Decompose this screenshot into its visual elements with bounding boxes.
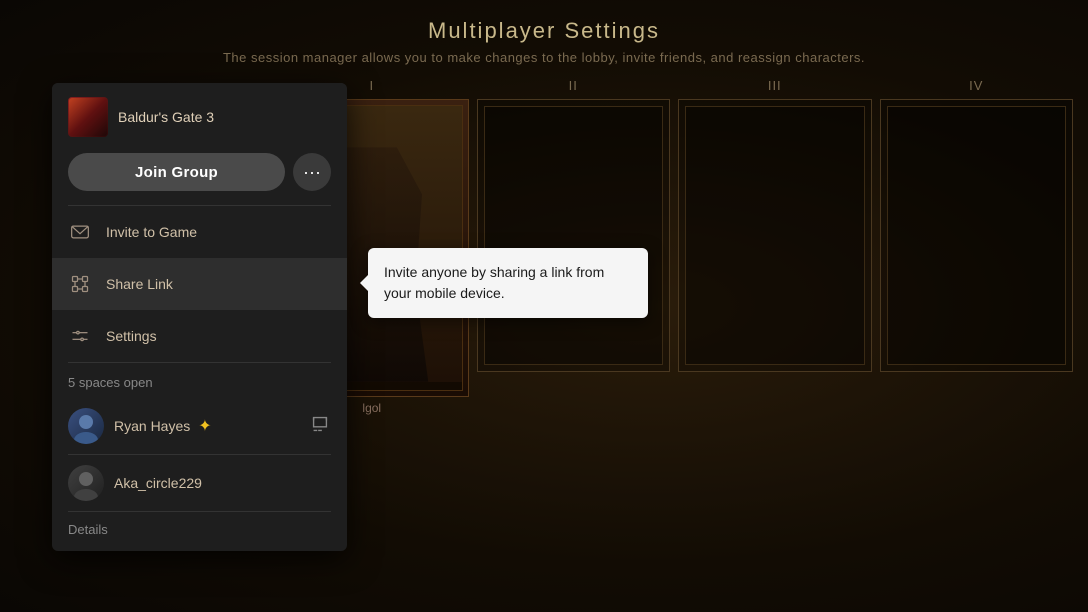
slot-label-2: II [569, 78, 578, 93]
slot-box-3-inner [685, 106, 865, 365]
settings-label: Settings [106, 328, 157, 344]
game-header: Baldur's Gate 3 [52, 83, 347, 149]
spaces-label: 5 spaces open [52, 363, 347, 398]
slot-box-4-inner [887, 106, 1067, 365]
share-link-tooltip: Invite anyone by sharing a link from you… [368, 248, 648, 318]
player-row-2[interactable]: Aka_circle229 [52, 455, 347, 511]
action-row: Join Group ··· [52, 149, 347, 205]
share-link-label: Share Link [106, 276, 173, 292]
game-icon-inner [69, 98, 107, 136]
slot-label-1: I [369, 78, 374, 93]
tooltip-text: Invite anyone by sharing a link from you… [384, 264, 604, 301]
slot-box-3 [678, 99, 872, 372]
slot-box-2 [477, 99, 671, 372]
player-slot-2: II [477, 78, 671, 415]
menu-item-settings[interactable]: Settings [52, 310, 347, 362]
player-slot-3: III [678, 78, 872, 415]
player-avatar-1 [68, 408, 104, 444]
share-link-icon [68, 272, 92, 296]
player-name-1: Ryan Hayes ✦ [114, 416, 299, 436]
details-label[interactable]: Details [52, 512, 347, 551]
page-title: Multiplayer Settings [0, 18, 1088, 44]
join-group-button[interactable]: Join Group [68, 153, 285, 191]
player-invite-icon-1[interactable] [309, 413, 331, 440]
settings-icon [68, 324, 92, 348]
menu-item-invite[interactable]: Invite to Game [52, 206, 347, 258]
page-title-area: Multiplayer Settings The session manager… [0, 18, 1088, 65]
page-subtitle: The session manager allows you to make c… [0, 50, 1088, 65]
slot-box-4 [880, 99, 1074, 372]
player-avatar-2 [68, 465, 104, 501]
player-row-1[interactable]: Ryan Hayes ✦ [52, 398, 347, 454]
game-title: Baldur's Gate 3 [118, 109, 214, 125]
dropdown-panel: Baldur's Gate 3 Join Group ··· Invite to… [52, 83, 347, 551]
ps-plus-icon-1: ✦ [198, 416, 211, 436]
player-name-2: Aka_circle229 [114, 475, 331, 491]
slot-label-3: III [768, 78, 782, 93]
more-options-button[interactable]: ··· [293, 153, 331, 191]
player-name-text-1: Ryan Hayes [114, 418, 190, 434]
player-name-text-2: Aka_circle229 [114, 475, 202, 491]
invite-game-label: Invite to Game [106, 224, 197, 240]
more-dots-icon: ··· [303, 162, 321, 183]
player-slot-4: IV [880, 78, 1074, 415]
slot-box-2-inner [484, 106, 664, 365]
game-icon [68, 97, 108, 137]
menu-item-share[interactable]: Share Link [52, 258, 347, 310]
character-display-name: lgol [362, 401, 381, 415]
slot-label-4: IV [969, 78, 983, 93]
invite-game-icon [68, 220, 92, 244]
slots-container: I lgol II III IV [275, 78, 1073, 415]
